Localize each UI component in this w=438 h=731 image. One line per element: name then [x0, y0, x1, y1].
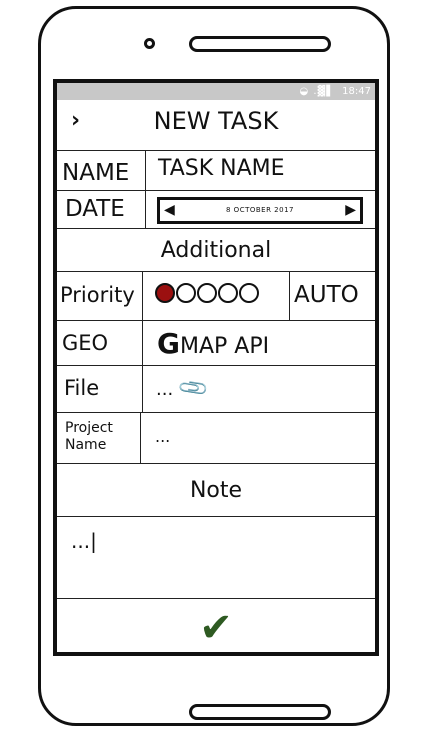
priority-dot[interactable] [176, 282, 196, 303]
column-divider [289, 271, 290, 320]
speaker [189, 36, 331, 52]
priority-dot[interactable] [197, 282, 217, 303]
camera [144, 38, 155, 49]
priority-dot[interactable] [218, 282, 238, 303]
file-field[interactable]: ... 📎 [156, 371, 211, 405]
geo-label: GEO [62, 331, 109, 355]
status-bar: ◒ .▓▌ 18:47 [57, 83, 375, 100]
note-textarea[interactable]: ...| [71, 529, 97, 553]
note-section-title: Note [189, 478, 243, 503]
priority-label: Priority [60, 283, 135, 307]
project-label-line1: Project [65, 420, 113, 436]
priority-dot[interactable] [155, 282, 175, 303]
divider [57, 516, 375, 517]
divider [57, 598, 375, 599]
date-next-button[interactable]: ▶ [345, 202, 356, 218]
paperclip-icon[interactable]: 📎 [176, 371, 211, 405]
divider [57, 320, 375, 321]
project-name-label: Project Name [65, 420, 113, 454]
divider [57, 190, 375, 191]
status-icons: ◒ .▓▌ [299, 86, 335, 97]
divider [57, 150, 375, 151]
app-bar: › NEW TASK [57, 100, 375, 150]
auto-priority-button[interactable]: AUTO [294, 282, 359, 308]
date-picker[interactable]: ◀ 8 OCTOBER 2017 ▶ [157, 197, 363, 224]
date-value: 8 OCTOBER 2017 [226, 206, 294, 214]
home-button[interactable] [189, 704, 331, 720]
additional-section-title: Additional [160, 238, 272, 263]
map-api-label: MAP API [179, 334, 270, 359]
phone-screen: ◒ .▓▌ 18:47 › NEW TASK NAME TASK NAME DA… [53, 79, 379, 656]
map-api-field[interactable]: GMAP API [157, 327, 269, 360]
name-label: NAME [62, 160, 130, 186]
divider [57, 412, 375, 413]
file-label: File [64, 376, 100, 400]
project-label-line2: Name [65, 437, 107, 453]
google-logo-icon: G [157, 327, 180, 360]
task-name-field[interactable]: TASK NAME [158, 156, 285, 181]
page-title: NEW TASK [153, 107, 279, 135]
column-divider [142, 271, 143, 412]
divider [57, 271, 375, 272]
divider [57, 463, 375, 464]
checkmark-icon[interactable]: ✔ [57, 605, 375, 651]
date-label: DATE [65, 196, 125, 222]
column-divider [145, 150, 146, 228]
priority-dot[interactable] [239, 282, 259, 303]
project-name-field[interactable]: ... [155, 427, 170, 446]
column-divider [140, 412, 141, 463]
file-value: ... [156, 379, 174, 400]
status-time: 18:47 [342, 86, 371, 97]
divider [57, 228, 375, 229]
priority-rating[interactable] [155, 282, 260, 308]
divider [57, 365, 375, 366]
